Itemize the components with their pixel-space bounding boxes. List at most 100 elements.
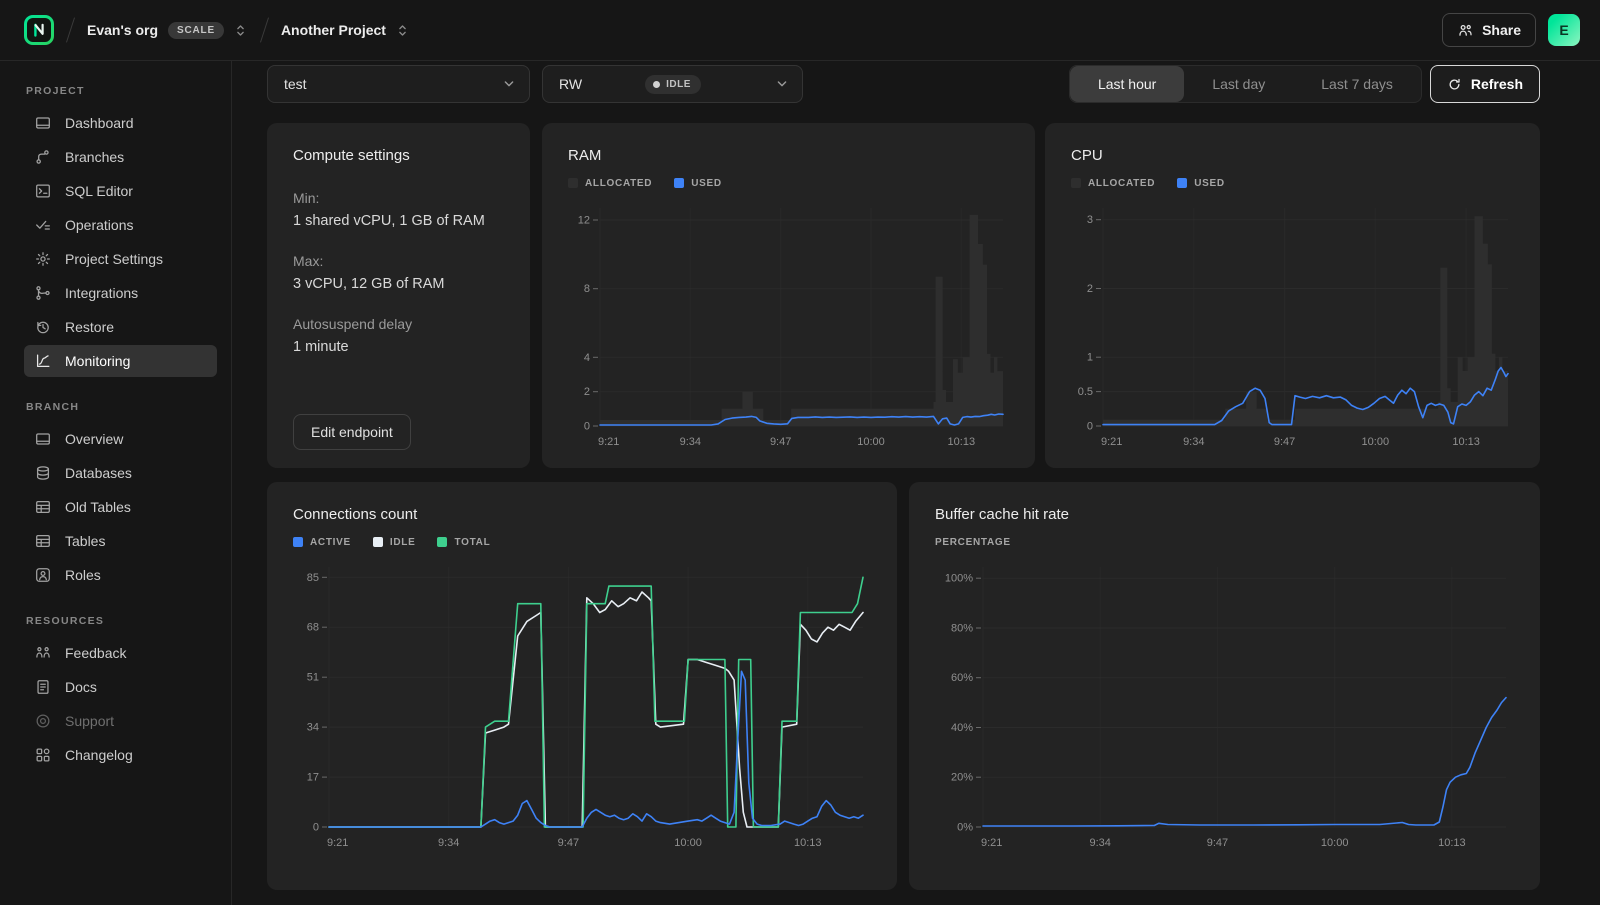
buffer-cache-chart-card: Buffer cache hit rate PERCENTAGE 0%20%40… xyxy=(909,482,1540,890)
sidebar-item-dashboard[interactable]: Dashboard xyxy=(24,107,217,139)
chevron-updown-icon[interactable] xyxy=(395,23,410,38)
refresh-label: Refresh xyxy=(1471,76,1523,92)
sidebar-item-label: Project Settings xyxy=(65,251,163,267)
svg-text:40%: 40% xyxy=(951,722,973,734)
sidebar-item-branches[interactable]: Branches xyxy=(24,141,217,173)
legend-label: ALLOCATED xyxy=(1088,178,1155,189)
connections-chart: 017345168859:219:349:4710:0010:13 xyxy=(293,557,871,860)
svg-text:10:13: 10:13 xyxy=(1438,837,1466,849)
legend-swatch xyxy=(437,537,447,547)
sidebar-item-label: Monitoring xyxy=(65,353,130,369)
chart-title: Connections count xyxy=(293,506,871,523)
sidebar-item-overview[interactable]: Overview xyxy=(24,423,217,455)
svg-text:17: 17 xyxy=(307,772,319,784)
project-name: Another Project xyxy=(281,22,386,38)
chart-title: RAM xyxy=(568,147,1009,164)
sidebar-item-operations[interactable]: Operations xyxy=(24,209,217,241)
chart-legend: ALLOCATED USED xyxy=(1071,176,1514,190)
chevron-updown-icon[interactable] xyxy=(233,23,248,38)
sidebar-section-title: BRANCH xyxy=(0,401,231,413)
database-icon xyxy=(34,464,52,482)
sidebar-section-title: RESOURCES xyxy=(0,615,231,627)
monitoring-icon xyxy=(34,352,52,370)
svg-text:9:21: 9:21 xyxy=(327,837,348,849)
sidebar-item-label: Branches xyxy=(65,149,124,165)
legend-label: ALLOCATED xyxy=(585,178,652,189)
table-icon xyxy=(34,532,52,550)
branches-icon xyxy=(34,148,52,166)
svg-text:60%: 60% xyxy=(951,672,973,684)
svg-text:3: 3 xyxy=(1087,214,1093,226)
sidebar-item-restore[interactable]: Restore xyxy=(24,311,217,343)
sidebar-item-databases[interactable]: Databases xyxy=(24,457,217,489)
legend-used: USED xyxy=(1177,178,1225,189)
sidebar-item-support[interactable]: Support xyxy=(24,705,217,737)
sidebar-item-label: Feedback xyxy=(65,645,126,661)
card-title: Compute settings xyxy=(293,147,504,164)
sidebar-item-docs[interactable]: Docs xyxy=(24,671,217,703)
ram-chart: 0248129:219:349:4710:0010:13 xyxy=(568,198,1009,457)
avatar[interactable]: E xyxy=(1548,14,1580,46)
legend-label: IDLE xyxy=(390,537,416,548)
sidebar-item-roles[interactable]: Roles xyxy=(24,559,217,591)
buffer-cache-chart: 0%20%40%60%80%100%9:219:349:4710:0010:13 xyxy=(935,557,1514,860)
breadcrumb-divider xyxy=(260,17,269,42)
time-controls: Last hourLast dayLast 7 days Refresh xyxy=(1069,65,1540,103)
branch-select[interactable]: test xyxy=(267,65,530,103)
svg-text:0%: 0% xyxy=(957,822,973,834)
svg-text:80%: 80% xyxy=(951,623,973,635)
brand-logo[interactable] xyxy=(24,15,54,45)
legend-label: ACTIVE xyxy=(310,537,351,548)
org-name: Evan's org xyxy=(87,22,158,38)
svg-text:0: 0 xyxy=(313,822,319,834)
chevron-down-icon xyxy=(501,76,517,92)
svg-text:85: 85 xyxy=(307,572,319,584)
svg-text:10:00: 10:00 xyxy=(857,436,885,448)
chart-subtitle: PERCENTAGE xyxy=(935,537,1011,548)
sidebar-item-integrations[interactable]: Integrations xyxy=(24,277,217,309)
svg-text:4: 4 xyxy=(584,352,590,364)
field-value: 1 minute xyxy=(293,339,504,355)
sidebar-item-sql-editor[interactable]: SQL Editor xyxy=(24,175,217,207)
top-bar: Evan's org SCALE Another Project Share E xyxy=(0,0,1600,61)
refresh-button[interactable]: Refresh xyxy=(1430,65,1540,103)
controls-row: test RW IDLE Last hourLast dayLast 7 day… xyxy=(267,65,1540,103)
chevron-down-icon xyxy=(774,76,790,92)
sidebar-item-label: Databases xyxy=(65,465,132,481)
sidebar-item-changelog[interactable]: Changelog xyxy=(24,739,217,771)
project-breadcrumb[interactable]: Another Project xyxy=(281,22,410,38)
status-dot-icon xyxy=(653,81,660,88)
svg-text:2: 2 xyxy=(584,386,590,398)
time-range-last-day[interactable]: Last day xyxy=(1184,66,1293,102)
org-breadcrumb[interactable]: Evan's org SCALE xyxy=(87,22,248,39)
sidebar-item-label: Old Tables xyxy=(65,499,131,515)
legend-allocated: ALLOCATED xyxy=(1071,178,1155,189)
endpoint-select[interactable]: RW IDLE xyxy=(542,65,803,103)
sidebar-item-old-tables[interactable]: Old Tables xyxy=(24,491,217,523)
svg-text:0.5: 0.5 xyxy=(1078,386,1093,398)
legend-swatch xyxy=(373,537,383,547)
sidebar-item-label: Tables xyxy=(65,533,105,549)
legend-label: TOTAL xyxy=(454,537,490,548)
svg-text:100%: 100% xyxy=(945,573,973,585)
sidebar: PROJECTDashboardBranchesSQL EditorOperat… xyxy=(0,61,232,905)
sidebar-item-monitoring[interactable]: Monitoring xyxy=(24,345,217,377)
share-button[interactable]: Share xyxy=(1442,13,1536,47)
compute-settings-card: Compute settings Min: 1 shared vCPU, 1 G… xyxy=(267,123,530,468)
field-label: Autosuspend delay xyxy=(293,316,504,332)
sidebar-item-feedback[interactable]: Feedback xyxy=(24,637,217,669)
edit-endpoint-button[interactable]: Edit endpoint xyxy=(293,414,411,450)
time-range-last-hour[interactable]: Last hour xyxy=(1070,66,1184,102)
legend-label: USED xyxy=(691,178,722,189)
sidebar-item-tables[interactable]: Tables xyxy=(24,525,217,557)
legend-allocated: ALLOCATED xyxy=(568,178,652,189)
svg-text:10:00: 10:00 xyxy=(1362,436,1390,448)
sidebar-item-label: Operations xyxy=(65,217,133,233)
svg-text:10:13: 10:13 xyxy=(1452,436,1480,448)
legend-swatch xyxy=(674,178,684,188)
legend-active: ACTIVE xyxy=(293,537,351,548)
chart-legend: PERCENTAGE xyxy=(935,535,1514,549)
time-range-last-7-days[interactable]: Last 7 days xyxy=(1293,66,1421,102)
endpoint-status-label: IDLE xyxy=(666,79,691,90)
sidebar-item-project-settings[interactable]: Project Settings xyxy=(24,243,217,275)
